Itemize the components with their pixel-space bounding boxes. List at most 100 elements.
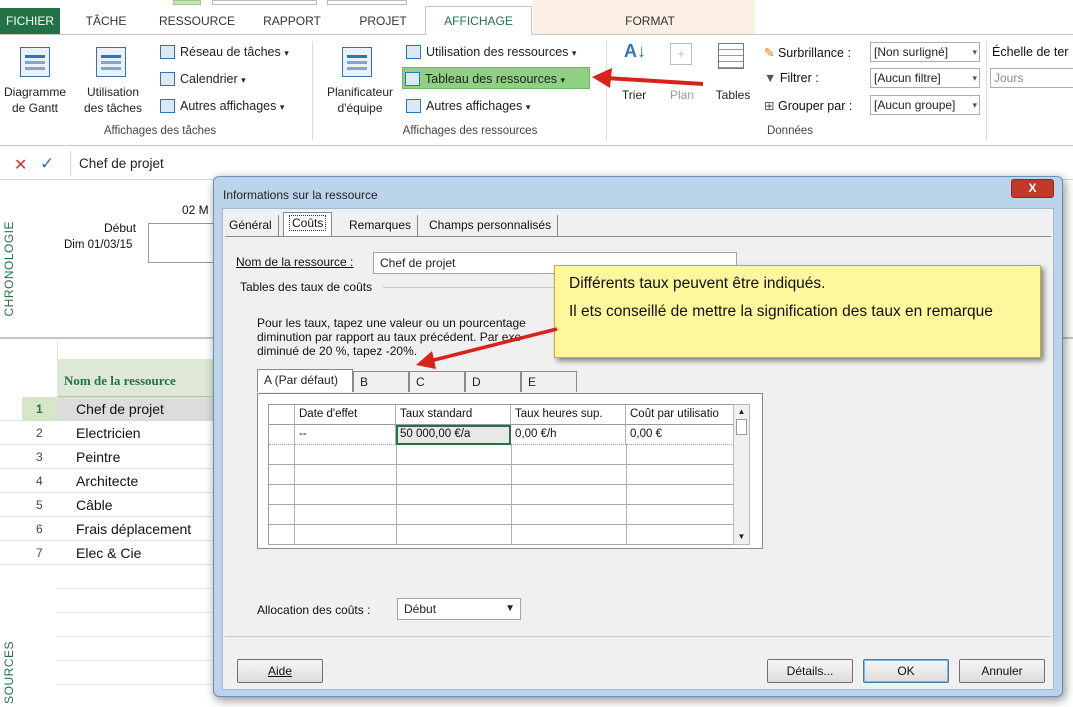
resource-info-dialog: Informations sur la ressource X Général … [213,176,1063,697]
rates-grid-panel: Date d'effet Taux standard Taux heures s… [257,393,763,549]
cancel-button-label: Annuler [981,664,1023,678]
resource-name-cell[interactable]: Chef de projet [58,397,215,421]
cancel-entry-icon[interactable]: ✕ [14,155,27,175]
sheet-side-label: SOURCES [2,641,16,704]
cost-accrual-select[interactable]: Début ▼ [397,598,521,620]
rate-tab-a[interactable]: A (Par défaut) [257,369,353,392]
scroll-up-icon[interactable]: ▲ [734,405,749,419]
group-by-icon: ⊞ [764,99,775,113]
sort-icon[interactable]: A↓ [624,41,646,62]
row-number[interactable]: 5 [22,493,58,517]
network-diagram-label: Réseau de tâches [180,45,281,59]
grid-cell-cost-per-use[interactable]: 0,00 € [626,425,742,445]
other-resource-views-button[interactable]: Autres affichages ▾ [404,95,530,117]
scroll-down-icon[interactable]: ▼ [734,530,749,544]
table-row[interactable]: 1 Chef de projet [0,397,215,421]
grid-row-header[interactable] [269,425,295,445]
tab-remarques[interactable]: Remarques [343,215,419,236]
confirm-entry-icon[interactable]: ✓ [40,154,54,174]
tab-couts[interactable]: Coûts [283,212,333,236]
ribbon-tab-bar: FICHIER TÂCHE RESSOURCE RAPPORT PROJET A… [0,0,1073,35]
ok-button[interactable]: OK [863,659,949,683]
tab-affichage[interactable]: AFFICHAGE [425,6,532,35]
outline-icon[interactable]: + [670,43,692,65]
gantt-chart-icon[interactable] [20,47,50,77]
table-row[interactable]: 6 Frais déplacement [0,517,215,541]
timeline-bar[interactable] [148,223,218,263]
ms-project-window: FICHIER TÂCHE RESSOURCE RAPPORT PROJET A… [0,0,1073,707]
tab-rapport[interactable]: RAPPORT [250,8,334,34]
group-by-label-text: Grouper par : [777,99,853,113]
grid-cell-standard-rate[interactable]: 50 000,00 €/a [396,425,511,445]
table-row[interactable]: 3 Peintre [0,445,215,469]
timeline-start-label: Début [104,221,137,235]
tab-fichier[interactable]: FICHIER [0,8,60,34]
rate-tab-b[interactable]: B [353,371,409,392]
tab-tache[interactable]: TÂCHE [76,8,136,34]
gantt-button[interactable]: Diagramme de Gantt [0,84,70,116]
group-by-value: [Aucun groupe] [874,98,956,112]
other-views-icon [160,99,175,113]
ribbon-separator [986,41,987,141]
resource-name-cell[interactable]: Architecte [58,469,215,493]
grid-scrollbar[interactable]: ▲ ▼ [733,404,750,545]
grid-cell-overtime-rate[interactable]: 0,00 €/h [511,425,626,445]
group-by-select[interactable]: [Aucun groupe] ▾ [870,95,980,115]
task-usage-icon[interactable] [96,47,126,77]
row-header-corner [22,341,58,397]
calendar-button[interactable]: Calendrier ▾ [158,68,246,90]
row-number[interactable]: 6 [22,517,58,541]
help-button[interactable]: Aide [237,659,323,683]
tab-ressource[interactable]: RESSOURCE [152,8,242,34]
callout-line-1: Différents taux peuvent être indiqués. [569,275,826,292]
row-number[interactable]: 2 [22,421,58,445]
resource-sheet-icon [405,72,420,86]
resource-name-cell[interactable]: Câble [58,493,215,517]
table-row[interactable]: 2 Electricien [0,421,215,445]
resource-name-cell[interactable]: Frais déplacement [58,517,215,541]
row-number[interactable]: 3 [22,445,58,469]
task-views-group-label: Affichages des tâches [103,125,217,137]
resource-sheet-button[interactable]: Tableau des ressources ▾ [402,67,590,89]
dialog-title: Informations sur la ressource [223,188,378,202]
details-button[interactable]: Détails... [767,659,853,683]
tab-general[interactable]: Général [223,215,279,236]
grid-header-standard-rate: Taux standard [396,405,511,425]
help-button-label: Aide [267,664,293,678]
pointer-arrow [592,68,704,88]
tables-icon[interactable] [718,43,744,69]
row-number[interactable]: 7 [22,541,58,565]
tab-projet[interactable]: PROJET [350,8,416,34]
task-usage-button[interactable]: Utilisation des tâches [76,84,150,116]
network-diagram-button[interactable]: Réseau de tâches ▾ [158,41,289,63]
resource-name-cell[interactable]: Electricien [58,421,215,445]
filter-select[interactable]: [Aucun filtre] ▾ [870,68,980,88]
scroll-thumb[interactable] [736,419,747,435]
team-planner-icon[interactable] [342,47,372,77]
tables-button[interactable]: Tables [710,87,756,103]
entry-field[interactable]: Chef de projet [70,151,1070,176]
cancel-button[interactable]: Annuler [959,659,1045,683]
tab-format[interactable]: FORMAT [610,8,690,34]
resource-usage-button[interactable]: Utilisation des ressources ▾ [404,41,576,63]
column-header-resource-name[interactable]: Nom de la ressource [58,359,213,397]
table-row[interactable]: 5 Câble [0,493,215,517]
quick-access-stub [212,0,317,5]
resource-name-cell[interactable]: Peintre [58,445,215,469]
highlight-label-text: Surbrillance : [777,46,851,60]
tab-champs-personnalises[interactable]: Champs personnalisés [423,215,559,236]
timescale-select[interactable]: Jours [990,68,1073,88]
row-number[interactable]: 4 [22,469,58,493]
table-row[interactable]: 4 Architecte [0,469,215,493]
table-row[interactable]: 7 Elec & Cie [0,541,215,565]
row-number[interactable]: 1 [22,397,58,421]
other-views-icon [406,99,421,113]
other-task-views-button[interactable]: Autres affichages ▾ [158,95,284,117]
close-button[interactable]: X [1011,179,1054,198]
quick-access-stub [173,0,201,5]
team-planner-button[interactable]: Planificateur d'équipe [318,84,402,116]
resource-name-label: Nom de la ressource : [236,255,354,269]
resource-name-cell[interactable]: Elec & Cie [58,541,215,565]
highlight-select[interactable]: [Non surligné] ▾ [870,42,980,62]
grid-cell-effective-date[interactable]: -- [295,425,396,445]
